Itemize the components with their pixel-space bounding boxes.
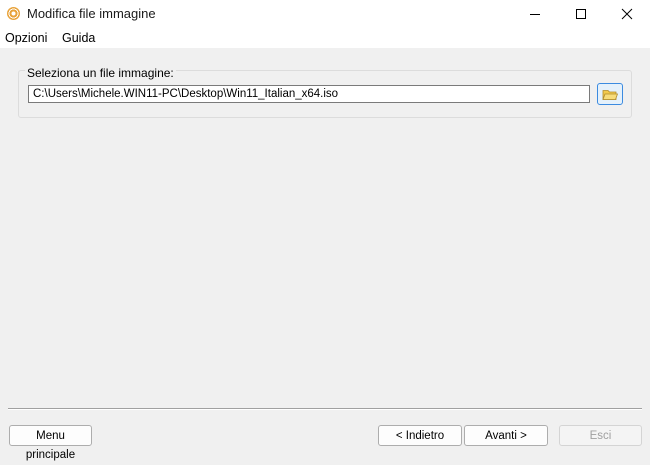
window-title: Modifica file immagine [27,6,156,21]
image-file-label: Seleziona un file immagine: [25,66,176,80]
title-bar: Modifica file immagine [0,0,650,28]
footer-separator [8,408,642,410]
minimize-button[interactable] [512,0,558,28]
maximize-icon [576,9,586,19]
image-path-input[interactable] [28,85,590,103]
menu-guida[interactable]: Guida [62,31,95,45]
minimize-icon [530,14,540,15]
maximize-button[interactable] [558,0,604,28]
menu-bar: Opzioni Guida [0,28,650,48]
close-icon [621,8,633,20]
browse-button[interactable] [597,83,623,105]
exit-button[interactable]: Esci [559,425,642,446]
back-button[interactable]: < Indietro [378,425,462,446]
close-button[interactable] [604,0,650,28]
menu-opzioni[interactable]: Opzioni [5,31,47,45]
main-menu-button[interactable]: Menu principale [9,425,92,461]
next-button[interactable]: Avanti > [464,425,548,446]
folder-icon [602,89,618,100]
disc-icon [7,7,20,20]
